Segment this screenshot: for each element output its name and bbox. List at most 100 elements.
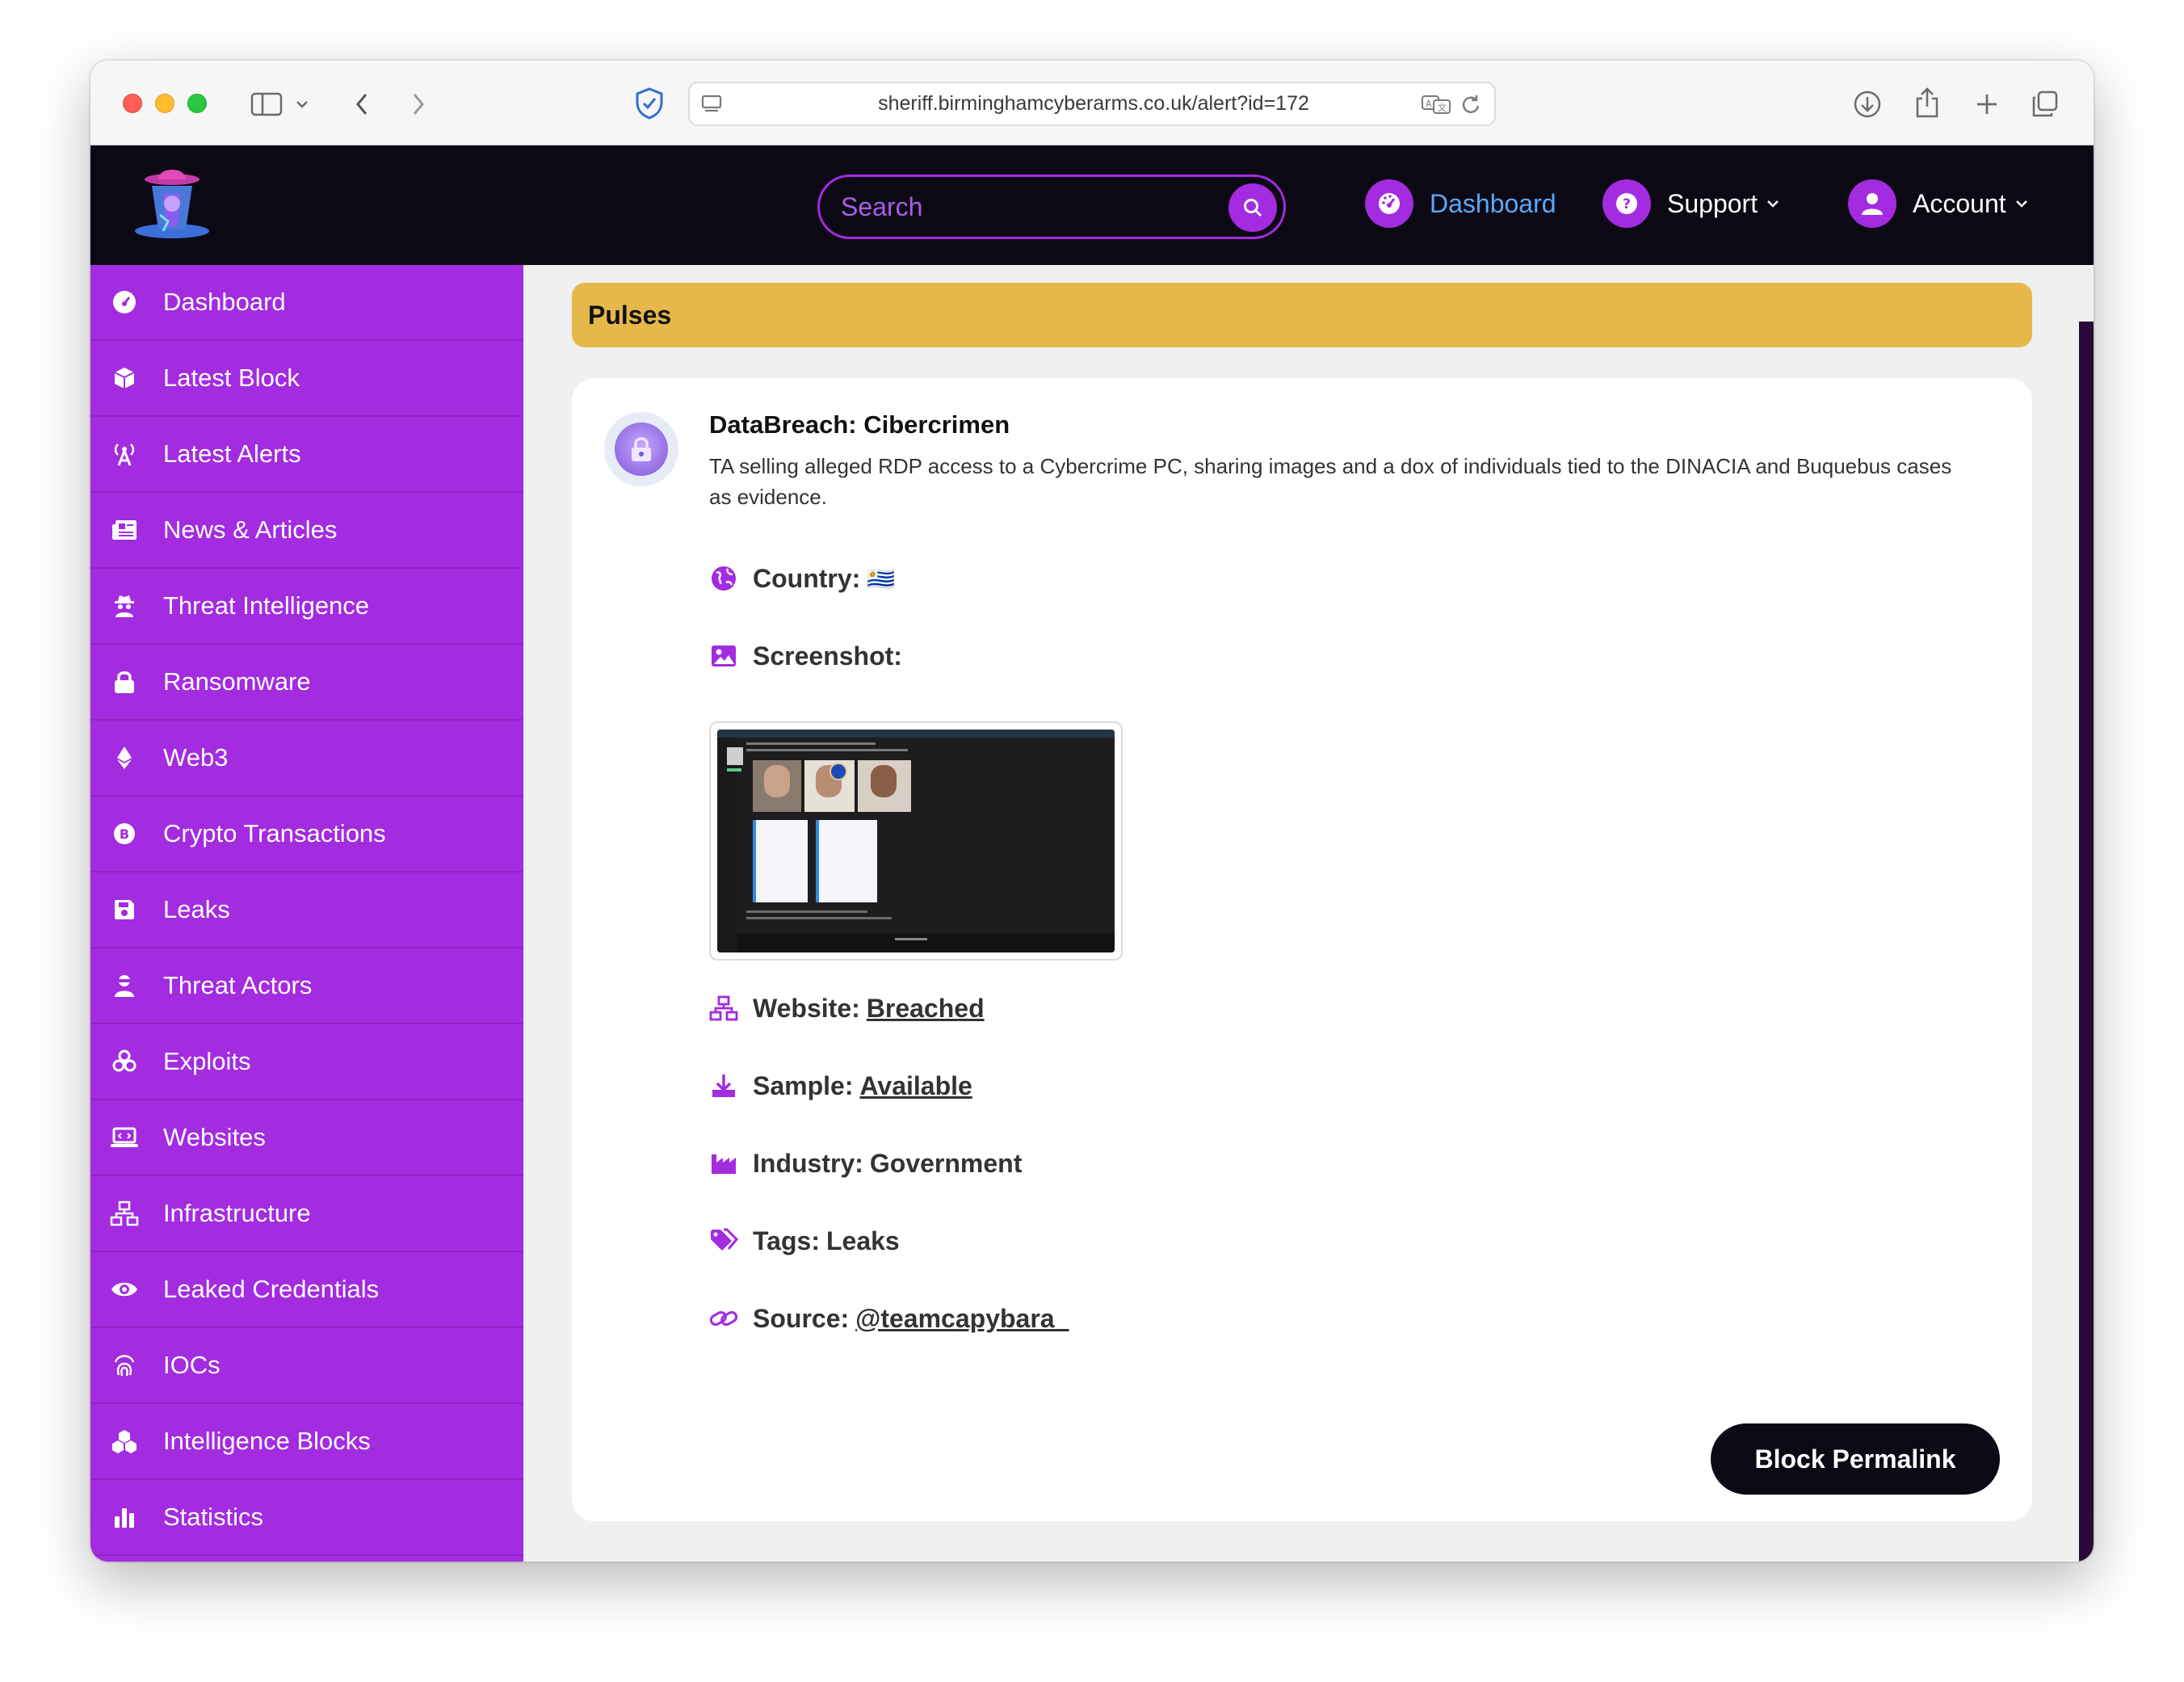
laptop-code-icon (110, 1123, 139, 1152)
sidebar-item-crypto-transactions[interactable]: B Crypto Transactions (90, 797, 523, 873)
address-bar[interactable]: sheriff.birminghamcyberarms.co.uk/alert?… (688, 82, 1496, 126)
sidebar-item-latest-alerts[interactable]: Latest Alerts (90, 417, 523, 493)
sidebar-item-leaked-credentials[interactable]: Leaked Credentials (90, 1252, 523, 1328)
sidebar-item-label: News & Articles (163, 515, 338, 544)
sidebar-item-statistics[interactable]: Statistics (90, 1480, 523, 1556)
svg-text:?: ? (1623, 196, 1631, 212)
nav-support-label: Support (1667, 188, 1758, 218)
lock-icon (110, 667, 139, 696)
industry-value: Government (869, 1148, 1023, 1178)
user-icon (1848, 179, 1896, 228)
sample-field: Sample: Available (709, 1068, 972, 1104)
link-icon (709, 1304, 738, 1333)
country-field: Country: 🇺🇾 (709, 561, 895, 596)
close-window-button[interactable] (123, 94, 142, 113)
broadcast-tower-icon (110, 439, 139, 469)
back-icon[interactable] (347, 88, 376, 120)
translate-icon[interactable]: A文 (1420, 93, 1452, 116)
svg-text:B: B (120, 826, 129, 842)
download-icon (709, 1071, 738, 1100)
sidebar-item-threat-actors[interactable]: Threat Actors (90, 948, 523, 1024)
sample-label: Sample: (753, 1070, 854, 1100)
sidebar-item-label: Dashboard (163, 288, 286, 316)
nav-account-label: Account (1913, 188, 2006, 218)
spy-icon (110, 591, 139, 620)
main-content: Pulses DataBreach: Cibercrimen TA sellin… (523, 265, 2094, 1562)
chevron-down-icon[interactable] (292, 95, 312, 114)
site-header: Dashboard ? Support Account (90, 145, 2094, 265)
sidebar-item-intelligence-blocks[interactable]: Intelligence Blocks (90, 1404, 523, 1480)
nav-dashboard[interactable]: Dashboard (1365, 178, 1556, 229)
nav-account[interactable]: Account (1848, 178, 2029, 229)
gauge-icon (110, 288, 139, 317)
sidebar-item-label: Web3 (163, 743, 229, 772)
sidebar-item-iocs[interactable]: IOCs (90, 1328, 523, 1404)
block-permalink-button[interactable]: Block Permalink (1711, 1423, 2000, 1495)
section-header: Pulses (572, 283, 2032, 347)
country-flag: 🇺🇾 (867, 565, 896, 592)
sidebar-item-news-articles[interactable]: News & Articles (90, 493, 523, 569)
minimize-window-button[interactable] (155, 94, 174, 113)
biohazard-icon (110, 1047, 139, 1076)
tab-overview-icon[interactable] (2029, 88, 2061, 120)
bitcoin-icon: B (110, 819, 139, 848)
forward-icon[interactable] (404, 88, 433, 120)
screenshot-label: Screenshot: (753, 641, 902, 671)
sidebar-item-exploits[interactable]: Exploits (90, 1024, 523, 1100)
maximize-window-button[interactable] (187, 94, 207, 113)
eye-icon (110, 1275, 139, 1304)
gauge-icon (1365, 179, 1413, 228)
sidebar-item-label: Ransomware (163, 667, 311, 696)
sidebar-item-label: Statistics (163, 1503, 264, 1531)
cube-icon (110, 364, 139, 393)
website-field: Website: Breached (709, 990, 985, 1026)
sidebar-item-infrastructure[interactable]: Infrastructure (90, 1176, 523, 1252)
alert-title: DataBreach: Cibercrimen (709, 410, 1010, 439)
network-icon (110, 1199, 139, 1228)
sidebar-item-leaks[interactable]: Leaks (90, 873, 523, 948)
share-icon[interactable] (1911, 85, 1943, 120)
source-field: Source: @teamcapybara_ (709, 1301, 1069, 1336)
sidebar-item-label: Latest Alerts (163, 439, 301, 468)
sidebar-item-label: Infrastructure (163, 1199, 311, 1227)
nav-support[interactable]: ? Support (1602, 178, 1780, 229)
website-link[interactable]: Breached (867, 994, 985, 1024)
sidebar-item-ransomware[interactable]: Ransomware (90, 645, 523, 721)
image-icon (709, 641, 738, 671)
sidebar-item-web3[interactable]: Web3 (90, 721, 523, 797)
sidebar-item-dashboard[interactable]: Dashboard (90, 265, 523, 341)
search-button[interactable] (1228, 183, 1277, 232)
sample-link[interactable]: Available (859, 1071, 972, 1101)
scrollbar-thumb[interactable] (2079, 322, 2094, 1562)
fingerprint-icon (110, 1351, 139, 1380)
downloads-icon[interactable] (1851, 88, 1884, 120)
user-ninja-icon (110, 971, 139, 1000)
new-tab-icon[interactable] (1971, 88, 2003, 120)
source-link[interactable]: @teamcapybara_ (855, 1304, 1069, 1334)
search-input[interactable] (841, 177, 1212, 237)
sidebar-toggle-icon[interactable] (249, 90, 284, 119)
sidebar-item-label: Intelligence Blocks (163, 1427, 371, 1455)
sidebar-item-threat-intelligence[interactable]: Threat Intelligence (90, 569, 523, 645)
screenshot-thumbnail[interactable] (709, 721, 1123, 961)
browser-window: sheriff.birminghamcyberarms.co.uk/alert?… (90, 61, 2094, 1562)
section-title: Pulses (588, 301, 672, 330)
avatar (604, 412, 678, 486)
sidebar-item-label: Crypto Transactions (163, 819, 386, 847)
network-icon (709, 994, 738, 1023)
alert-description: TA selling alleged RDP access to a Cyber… (709, 454, 1952, 509)
sidebar-item-label: Leaks (163, 895, 230, 923)
ethereum-icon (110, 743, 139, 772)
industry-field: Industry: Government (709, 1146, 1022, 1181)
sheriff-logo[interactable] (128, 162, 216, 242)
search-icon (1244, 199, 1262, 217)
reload-icon[interactable] (1459, 93, 1483, 116)
nav-dashboard-label: Dashboard (1430, 188, 1556, 218)
sidebar-item-latest-block[interactable]: Latest Block (90, 341, 523, 417)
chevron-down-icon (2015, 200, 2027, 208)
privacy-shield-icon[interactable] (632, 85, 667, 122)
svg-text:A: A (1426, 99, 1432, 109)
sidebar-item-label: IOCs (163, 1351, 220, 1379)
website-label: Website: (753, 993, 860, 1023)
sidebar-item-websites[interactable]: Websites (90, 1100, 523, 1176)
